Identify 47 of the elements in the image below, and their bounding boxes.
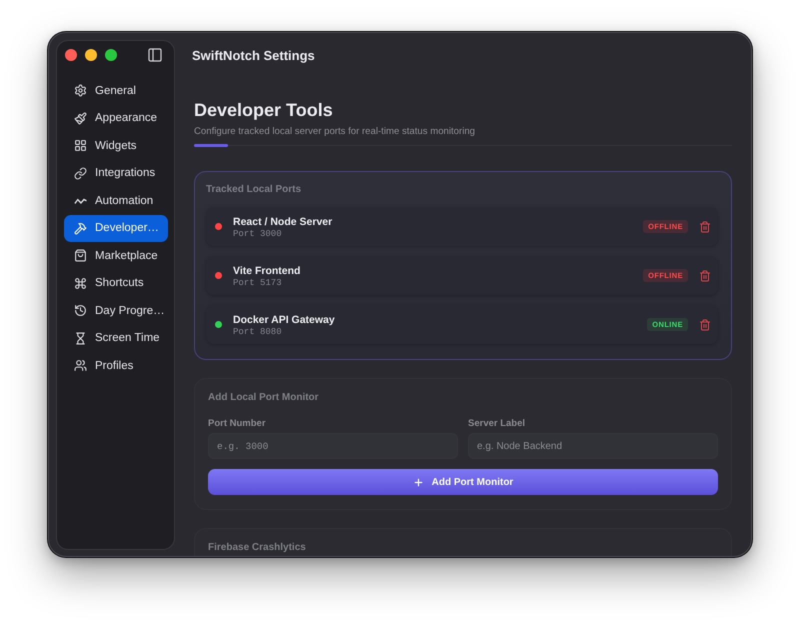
card-title: Tracked Local Ports (206, 183, 302, 196)
trash-icon[interactable] (699, 270, 711, 282)
sidebar-item[interactable]: Widgets (64, 132, 168, 160)
bag-icon (74, 249, 87, 262)
close-icon[interactable] (65, 49, 77, 61)
sidebar-item[interactable]: Integrations (64, 160, 168, 187)
plus-icon (412, 476, 424, 488)
link-icon (74, 166, 87, 180)
hammer-icon (74, 222, 87, 235)
field-label: Port Number (208, 418, 266, 430)
card-title: Firebase Crashlytics (208, 541, 307, 554)
hourglass-icon (74, 332, 87, 345)
trash-icon[interactable] (699, 220, 711, 232)
sidebar-item[interactable]: Shortcuts (64, 270, 168, 297)
port-number: Port 5173 (233, 278, 282, 288)
port-number: Port 8080 (233, 326, 282, 338)
port-number: Port 3000 (233, 228, 282, 240)
accent-underline (194, 144, 228, 147)
sidebar-item[interactable]: Appearance (64, 104, 168, 132)
grid-icon (74, 139, 87, 152)
server-name: Docker API Gateway (233, 314, 335, 326)
server-name: Vite Frontend (233, 264, 300, 278)
sidebar-item[interactable]: Day Progre… (64, 297, 168, 324)
sidebar-item[interactable]: General (64, 77, 168, 104)
card-title: Add Local Port Monitor (208, 391, 320, 404)
command-icon (74, 276, 87, 290)
sidebar-item[interactable]: Screen Time (64, 324, 168, 352)
sidebar-item[interactable]: Developer… (64, 214, 168, 242)
server-name: React / Node Server (233, 216, 332, 228)
trash-icon[interactable] (699, 318, 711, 330)
people-icon (74, 359, 87, 372)
gear-icon (74, 84, 87, 98)
input-field[interactable]: e.g. Node Backend (468, 433, 718, 459)
sidebar-toggle-icon[interactable] (147, 47, 163, 63)
sidebar-item[interactable]: Marketplace (64, 242, 168, 270)
minimize-icon[interactable] (85, 49, 97, 61)
sidebar-item[interactable]: Profiles (64, 352, 168, 380)
clock-arrow-icon (74, 304, 87, 318)
input-field[interactable]: e.g. 3000 (208, 433, 458, 459)
paintbrush-icon (74, 112, 87, 125)
window-title: SwiftNotch Settings (192, 48, 315, 62)
page-subtitle: Configure tracked local server ports for real-time status monitoring (194, 125, 476, 138)
field-label: Server Label (468, 418, 526, 430)
add-port-monitor-button[interactable]: Add Port Monitor (208, 469, 718, 495)
page-title: Developer Tools (194, 99, 334, 122)
sidebar-item[interactable]: Automation (64, 187, 168, 214)
fullscreen-icon[interactable] (105, 49, 117, 61)
